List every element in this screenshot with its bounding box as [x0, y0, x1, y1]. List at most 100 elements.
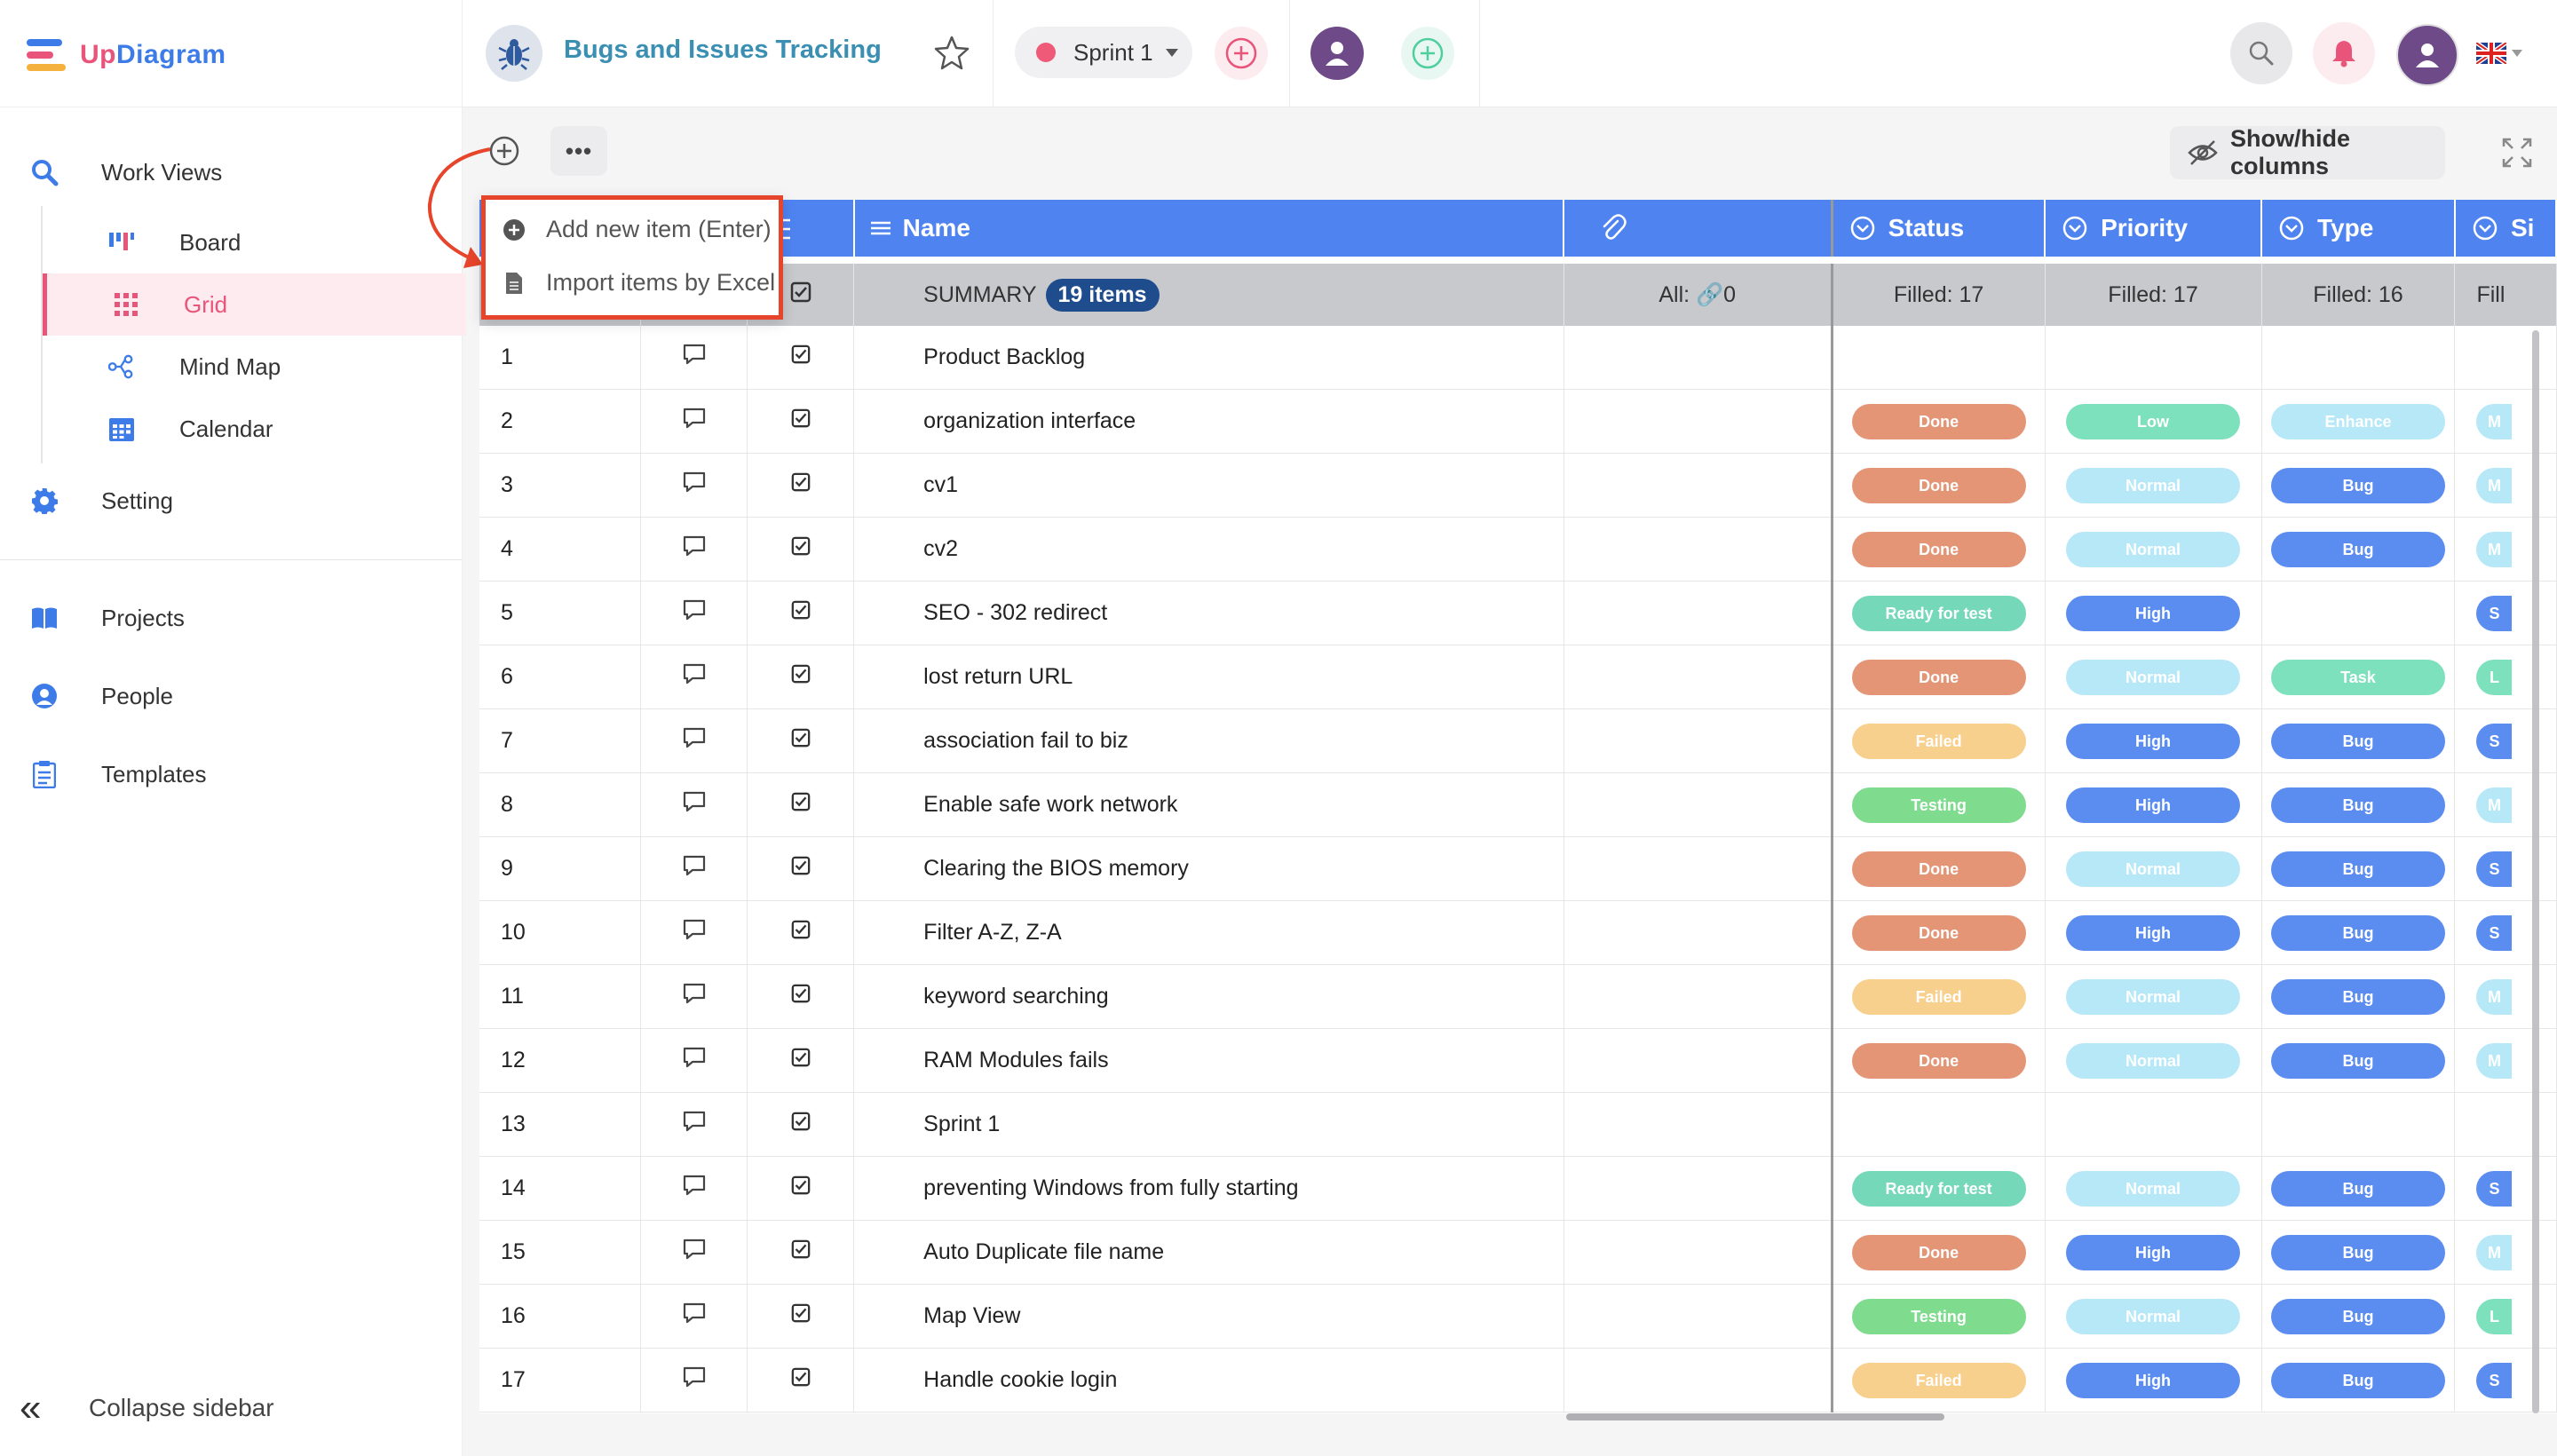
- type-cell[interactable]: Bug: [2261, 1284, 2456, 1349]
- attachments-cell[interactable]: [1563, 708, 1833, 773]
- item-name-cell[interactable]: organization interface: [853, 389, 1564, 454]
- attachments-cell[interactable]: [1563, 1220, 1833, 1285]
- checklist-icon[interactable]: [747, 389, 855, 454]
- col-header-type[interactable]: Type: [2261, 200, 2456, 260]
- checklist-icon[interactable]: [747, 964, 855, 1029]
- item-name-cell[interactable]: RAM Modules fails: [853, 1028, 1564, 1093]
- status-cell[interactable]: Done: [1832, 517, 2046, 582]
- language-selector[interactable]: [2476, 43, 2522, 64]
- comment-icon[interactable]: [640, 389, 748, 454]
- comment-icon[interactable]: [640, 326, 748, 390]
- add-sprint-button[interactable]: [1215, 27, 1268, 80]
- table-row[interactable]: 15 Auto Duplicate file name Done High Bug M: [479, 1220, 2557, 1285]
- status-cell[interactable]: Done: [1832, 453, 2046, 518]
- attachments-cell[interactable]: [1563, 517, 1833, 582]
- table-row[interactable]: 3 cv1 Done Normal Bug M: [479, 453, 2557, 518]
- comment-icon[interactable]: [640, 453, 748, 518]
- priority-cell[interactable]: Low: [2045, 389, 2262, 454]
- checklist-icon[interactable]: [747, 326, 855, 390]
- add-member-button[interactable]: [1401, 27, 1454, 80]
- sidebar-item-templates[interactable]: Templates: [27, 756, 207, 792]
- extra-cell[interactable]: S: [2454, 836, 2557, 901]
- table-row[interactable]: 16 Map View Testing Normal Bug L: [479, 1284, 2557, 1349]
- comment-icon[interactable]: [640, 1284, 748, 1349]
- status-cell[interactable]: Failed: [1832, 708, 2046, 773]
- status-cell[interactable]: Failed: [1832, 964, 2046, 1029]
- extra-cell[interactable]: M: [2454, 964, 2557, 1029]
- project-title[interactable]: Bugs and Issues Tracking: [564, 36, 882, 65]
- extra-cell[interactable]: M: [2454, 772, 2557, 837]
- extra-cell[interactable]: [2454, 326, 2557, 390]
- comment-icon[interactable]: [640, 772, 748, 837]
- attachments-cell[interactable]: [1563, 900, 1833, 965]
- comment-icon[interactable]: [640, 1156, 748, 1221]
- sidebar-item-board[interactable]: Board: [43, 211, 462, 273]
- attachments-cell[interactable]: [1563, 581, 1833, 645]
- item-name-cell[interactable]: SEO - 302 redirect: [853, 581, 1564, 645]
- checklist-icon[interactable]: [747, 1284, 855, 1349]
- extra-cell[interactable]: M: [2454, 1220, 2557, 1285]
- status-cell[interactable]: Done: [1832, 1028, 2046, 1093]
- type-cell[interactable]: Bug: [2261, 772, 2456, 837]
- status-cell[interactable]: [1832, 1092, 2046, 1157]
- app-logo[interactable]: UpDiagram: [27, 34, 226, 76]
- attachments-cell[interactable]: [1563, 1284, 1833, 1349]
- search-button[interactable]: [2230, 22, 2292, 84]
- priority-cell[interactable]: High: [2045, 772, 2262, 837]
- extra-cell[interactable]: L: [2454, 645, 2557, 709]
- priority-cell[interactable]: Normal: [2045, 1284, 2262, 1349]
- table-row[interactable]: 10 Filter A-Z, Z-A Done High Bug S: [479, 900, 2557, 965]
- table-row[interactable]: 14 preventing Windows from fully starting…: [479, 1156, 2557, 1221]
- col-header-attachments[interactable]: [1563, 200, 1833, 260]
- checklist-icon[interactable]: [747, 453, 855, 518]
- type-cell[interactable]: Bug: [2261, 964, 2456, 1029]
- checklist-icon[interactable]: [747, 836, 855, 901]
- extra-cell[interactable]: L: [2454, 1284, 2557, 1349]
- attachments-cell[interactable]: [1563, 836, 1833, 901]
- attachments-cell[interactable]: [1563, 1028, 1833, 1093]
- attachments-cell[interactable]: [1563, 645, 1833, 709]
- comment-icon[interactable]: [640, 1092, 748, 1157]
- more-options-button[interactable]: •••: [550, 126, 607, 176]
- extra-cell[interactable]: S: [2454, 1156, 2557, 1221]
- table-row[interactable]: 1 Product Backlog: [479, 326, 2557, 390]
- checklist-icon[interactable]: [747, 1028, 855, 1093]
- item-name-cell[interactable]: lost return URL: [853, 645, 1564, 709]
- attachments-cell[interactable]: [1563, 1348, 1833, 1412]
- status-cell[interactable]: Done: [1832, 836, 2046, 901]
- priority-cell[interactable]: High: [2045, 581, 2262, 645]
- checklist-icon[interactable]: [747, 645, 855, 709]
- extra-cell[interactable]: S: [2454, 1348, 2557, 1412]
- type-cell[interactable]: Bug: [2261, 453, 2456, 518]
- attachments-cell[interactable]: [1563, 1156, 1833, 1221]
- type-cell[interactable]: Bug: [2261, 1220, 2456, 1285]
- item-name-cell[interactable]: cv1: [853, 453, 1564, 518]
- extra-cell[interactable]: M: [2454, 453, 2557, 518]
- attachments-cell[interactable]: [1563, 772, 1833, 837]
- comment-icon[interactable]: [640, 645, 748, 709]
- extra-cell[interactable]: S: [2454, 708, 2557, 773]
- attachments-cell[interactable]: [1563, 1092, 1833, 1157]
- horizontal-scrollbar[interactable]: [1566, 1413, 1944, 1420]
- status-cell[interactable]: Done: [1832, 389, 2046, 454]
- table-row[interactable]: 6 lost return URL Done Normal Task L: [479, 645, 2557, 709]
- priority-cell[interactable]: [2045, 1092, 2262, 1157]
- priority-cell[interactable]: Normal: [2045, 836, 2262, 901]
- attachments-cell[interactable]: [1563, 326, 1833, 390]
- checklist-icon[interactable]: [747, 517, 855, 582]
- checklist-icon[interactable]: [747, 772, 855, 837]
- extra-cell[interactable]: M: [2454, 517, 2557, 582]
- type-cell[interactable]: Bug: [2261, 1028, 2456, 1093]
- user-avatar[interactable]: [2396, 24, 2458, 86]
- menu-item-import-excel[interactable]: Import items by Excel: [502, 269, 775, 297]
- item-name-cell[interactable]: association fail to biz: [853, 708, 1564, 773]
- notifications-button[interactable]: [2313, 22, 2375, 84]
- status-cell[interactable]: Ready for test: [1832, 581, 2046, 645]
- table-row[interactable]: 2 organization interface Done Low Enhance M: [479, 389, 2557, 454]
- priority-cell[interactable]: Normal: [2045, 1156, 2262, 1221]
- table-row[interactable]: 17 Handle cookie login Failed High Bug S: [479, 1348, 2557, 1412]
- type-cell[interactable]: Bug: [2261, 836, 2456, 901]
- type-cell[interactable]: Bug: [2261, 1156, 2456, 1221]
- attachments-cell[interactable]: [1563, 453, 1833, 518]
- checklist-icon[interactable]: [747, 1156, 855, 1221]
